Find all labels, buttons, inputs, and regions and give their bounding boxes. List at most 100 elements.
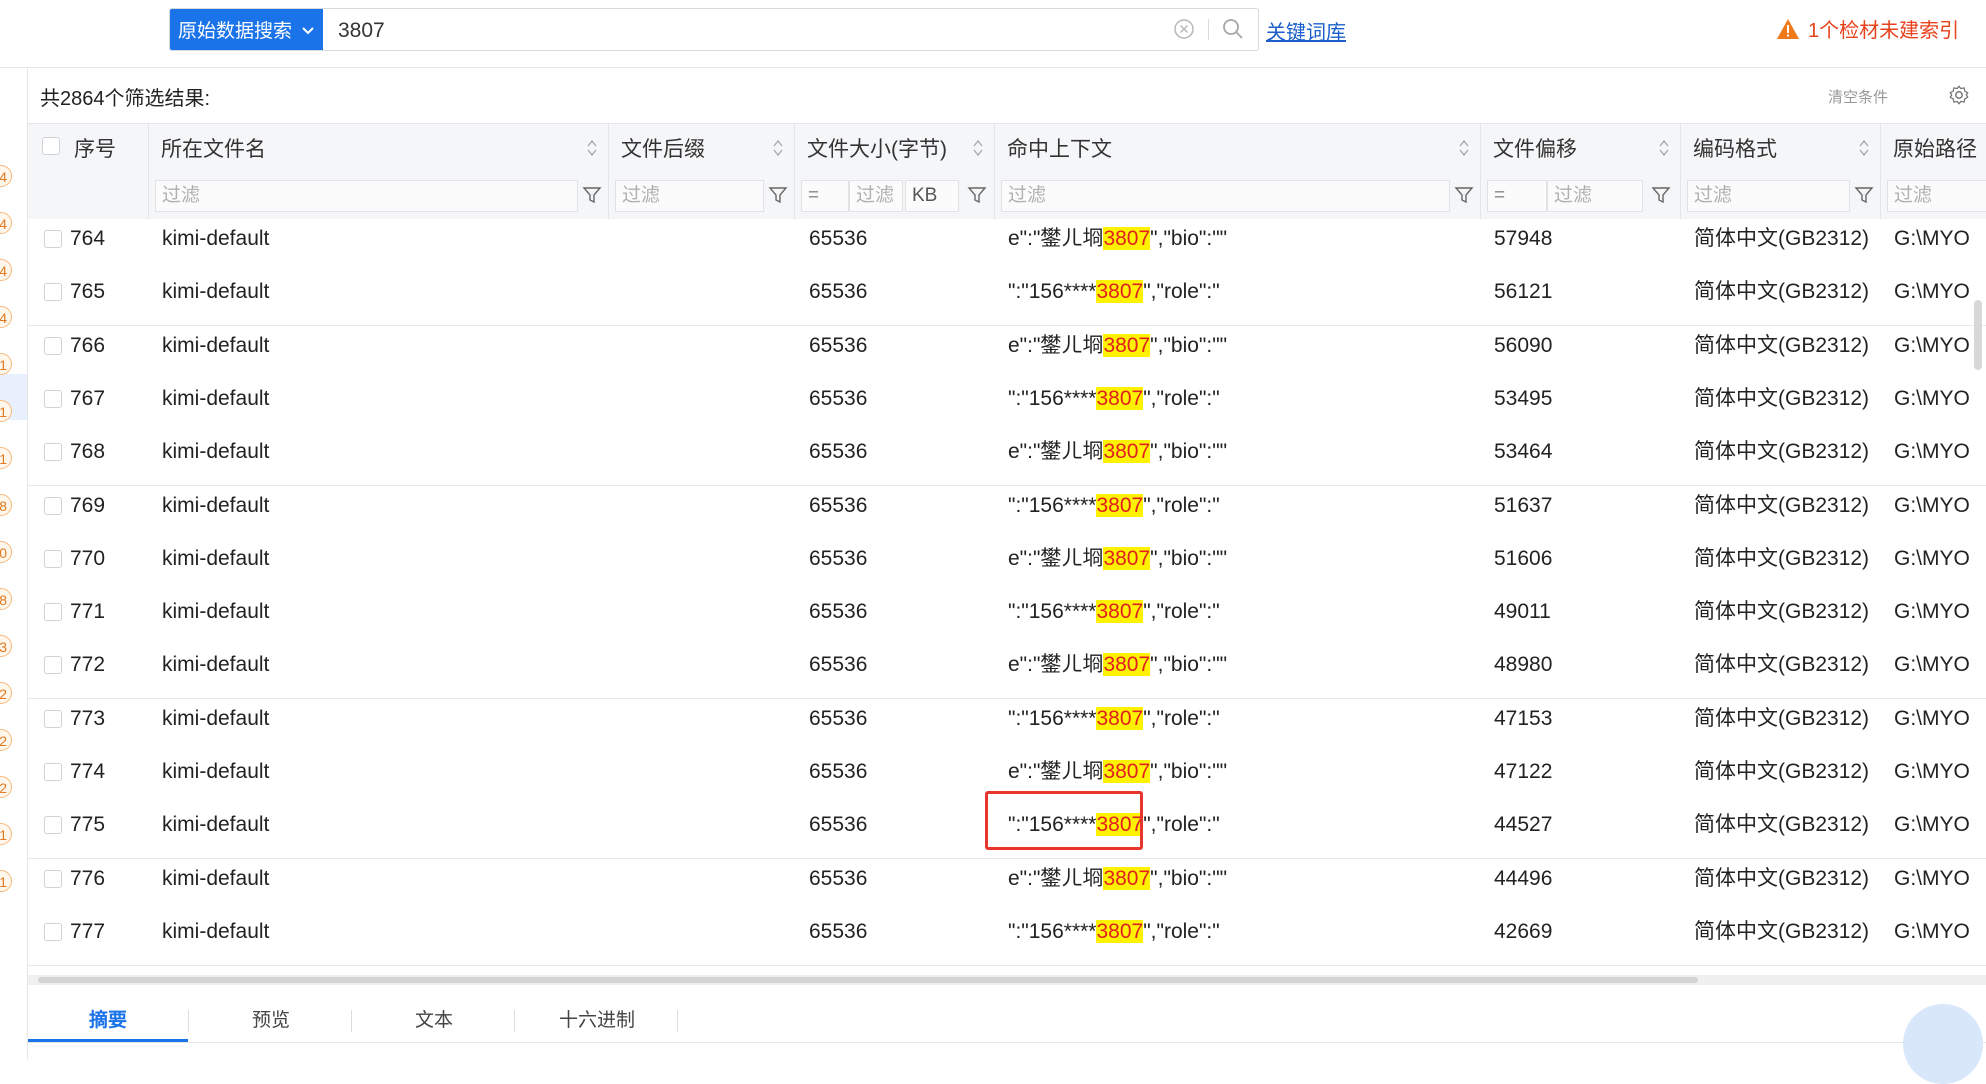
filter-icon[interactable]: [582, 185, 602, 205]
sort-icon[interactable]: [586, 138, 598, 158]
clear-icon[interactable]: [1173, 18, 1195, 40]
suffix-filter-input[interactable]: 过滤: [615, 180, 764, 212]
table-row[interactable]: 769 kimi-default 65536 ":"156****3807","rol…: [28, 485, 1986, 540]
evidence-count-badge[interactable]: 3: [0, 635, 12, 657]
select-all-checkbox[interactable]: [42, 137, 60, 155]
row-checkbox[interactable]: [44, 389, 62, 408]
table-row[interactable]: 772 kimi-default 65536 e":"鐢ㄦ埛3807","bio":"…: [28, 645, 1986, 700]
size-unit-select[interactable]: KB: [905, 180, 959, 212]
search-input[interactable]: [336, 9, 1120, 52]
evidence-count-badge[interactable]: 1: [0, 353, 12, 375]
filter-cell-size: = 过滤 KB: [795, 171, 995, 219]
row-checkbox[interactable]: [44, 922, 62, 941]
cell-path: G:\MYO: [1894, 227, 1970, 250]
row-checkbox[interactable]: [44, 763, 62, 781]
search-icon[interactable]: [1221, 17, 1245, 41]
evidence-count-badge[interactable]: 4: [0, 212, 12, 234]
sort-icon[interactable]: [972, 138, 984, 158]
filename-filter-input[interactable]: 过滤: [155, 180, 578, 212]
keyword-library-link[interactable]: 关键词库: [1266, 16, 1346, 45]
evidence-count-badge[interactable]: 1: [0, 870, 12, 892]
header-suffix[interactable]: 文件后缀: [609, 124, 795, 171]
filter-icon[interactable]: [967, 185, 987, 205]
path-filter-input[interactable]: 过滤: [1887, 180, 1986, 212]
row-checkbox[interactable]: [44, 230, 62, 248]
header-size[interactable]: 文件大小(字节): [795, 124, 995, 171]
cell-offset: 53495: [1494, 386, 1553, 410]
table-row[interactable]: 777 kimi-default 65536 ":"156****3807","rol…: [28, 911, 1986, 966]
evidence-count-badge[interactable]: 0: [0, 541, 12, 563]
table-row[interactable]: 774 kimi-default 65536 e":"鐢ㄦ埛3807","bio":"…: [28, 752, 1986, 806]
cell-offset: 56121: [1494, 280, 1553, 304]
table-row[interactable]: 766 kimi-default 65536 e":"鐢ㄦ埛3807","bio":"…: [28, 325, 1986, 380]
row-checkbox[interactable]: [44, 496, 62, 515]
table-row[interactable]: 771 kimi-default 65536 ":"156****3807","rol…: [28, 592, 1986, 647]
header-seq-label: 序号: [74, 137, 116, 161]
filter-icon[interactable]: [1651, 185, 1671, 205]
table-row[interactable]: 764 kimi-default 65536 e":"鐢ㄦ埛3807","bio":"…: [28, 219, 1986, 273]
row-checkbox[interactable]: [44, 869, 62, 888]
header-offset[interactable]: 文件偏移: [1481, 124, 1681, 171]
filter-icon[interactable]: [768, 185, 788, 205]
evidence-count-badge[interactable]: 1: [0, 823, 12, 845]
row-checkbox[interactable]: [44, 656, 62, 675]
floating-assistant-button[interactable]: [1903, 1004, 1983, 1084]
search-scope-dropdown[interactable]: 原始数据搜索: [170, 9, 323, 50]
sort-icon[interactable]: [1458, 138, 1470, 158]
row-checkbox[interactable]: [44, 549, 62, 568]
encoding-filter-input[interactable]: 过滤: [1687, 180, 1850, 212]
row-checkbox[interactable]: [44, 336, 62, 355]
filter-icon[interactable]: [1854, 185, 1874, 205]
header-path[interactable]: 原始路径: [1881, 124, 1986, 171]
cell-size: 65536: [809, 440, 868, 464]
header-encoding[interactable]: 编码格式: [1681, 124, 1881, 171]
header-context[interactable]: 命中上下文: [995, 124, 1481, 171]
sort-icon[interactable]: [1658, 138, 1670, 158]
evidence-count-badge[interactable]: 2: [0, 776, 12, 798]
row-checkbox[interactable]: [44, 283, 62, 302]
horizontal-scrollbar[interactable]: [28, 975, 1986, 985]
divider: [188, 1010, 189, 1032]
table-row[interactable]: 776 kimi-default 65536 e":"鐢ㄦ埛3807","bio":"…: [28, 858, 1986, 913]
size-operator-select[interactable]: =: [801, 180, 849, 212]
row-checkbox[interactable]: [44, 603, 62, 622]
evidence-count-badge[interactable]: 2: [0, 729, 12, 751]
evidence-count-badge[interactable]: 4: [0, 259, 12, 281]
scroll-thumb[interactable]: [38, 977, 1698, 983]
tab-preview[interactable]: 预览: [191, 1000, 351, 1042]
table-row[interactable]: 768 kimi-default 65536 e":"鐢ㄦ埛3807","bio":"…: [28, 432, 1986, 487]
gear-icon[interactable]: [1948, 84, 1970, 106]
table-row[interactable]: 773 kimi-default 65536 ":"156****3807","rol…: [28, 698, 1986, 753]
sort-icon[interactable]: [1858, 138, 1870, 158]
table-row[interactable]: 767 kimi-default 65536 ":"156****3807","rol…: [28, 378, 1986, 433]
context-after: ","role":": [1143, 600, 1220, 624]
tab-summary[interactable]: 摘要: [28, 1000, 188, 1042]
row-checkbox[interactable]: [44, 816, 62, 835]
size-filter-input[interactable]: 过滤: [849, 180, 903, 212]
index-warning[interactable]: 1个检材未建索引: [1776, 14, 1959, 43]
offset-operator-select[interactable]: =: [1487, 180, 1547, 212]
table-row[interactable]: 770 kimi-default 65536 e":"鐢ㄦ埛3807","bio":"…: [28, 538, 1986, 593]
tab-hex[interactable]: 十六进制: [517, 1000, 677, 1042]
evidence-count-badge[interactable]: 1: [0, 447, 12, 469]
filter-icon[interactable]: [1454, 185, 1474, 205]
evidence-count-badge[interactable]: 2: [0, 682, 12, 704]
offset-filter-input[interactable]: 过滤: [1547, 180, 1643, 212]
header-filename[interactable]: 所在文件名: [149, 124, 609, 171]
header-seq[interactable]: 序号: [28, 124, 149, 171]
row-checkbox[interactable]: [44, 443, 62, 462]
row-checkbox[interactable]: [44, 709, 62, 728]
context-filter-input[interactable]: 过滤: [1001, 180, 1450, 212]
evidence-count-badge[interactable]: 4: [0, 165, 12, 187]
evidence-count-badge[interactable]: 8: [0, 494, 12, 516]
evidence-count-badge[interactable]: 8: [0, 588, 12, 610]
table-row[interactable]: 775 kimi-default 65536 ":"156****3807","rol…: [28, 805, 1986, 860]
tab-text[interactable]: 文本: [354, 1000, 514, 1042]
divider: [1208, 19, 1209, 40]
clear-conditions-button[interactable]: 清空条件: [1828, 86, 1888, 107]
vertical-scrollbar[interactable]: [1974, 300, 1982, 370]
sort-icon[interactable]: [772, 138, 784, 158]
table-row[interactable]: 765 kimi-default 65536 ":"156****3807","rol…: [28, 272, 1986, 327]
cell-enc: 简体中文(GB2312): [1694, 706, 1870, 730]
evidence-count-badge[interactable]: 4: [0, 306, 12, 328]
